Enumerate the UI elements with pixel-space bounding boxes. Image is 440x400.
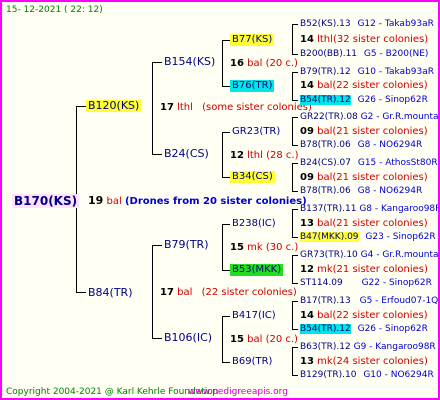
node-gen4[interactable]: B200(BB).11 G5 - B200(NE) xyxy=(300,48,428,60)
node-gen4[interactable]: B47(MKK).09 G23 - Sinop62R xyxy=(300,231,436,243)
node-gen2[interactable]: B154(KS) xyxy=(162,56,217,68)
connector xyxy=(292,301,293,329)
connector xyxy=(222,132,223,177)
node-gen2-stats: 12 lthl (28 c.) xyxy=(230,150,299,161)
node-gen3[interactable]: B34(CS) xyxy=(230,171,275,183)
connector xyxy=(292,117,298,118)
node-gen1[interactable]: B84(TR) xyxy=(86,287,135,299)
connector xyxy=(222,316,223,362)
connector xyxy=(292,347,298,348)
connector xyxy=(292,283,298,284)
connector xyxy=(292,72,298,73)
node-gen4[interactable]: B78(TR).06 G8 - NO6294R xyxy=(300,185,422,197)
connector xyxy=(292,163,298,164)
connector xyxy=(76,106,86,107)
connector xyxy=(292,347,293,375)
connector xyxy=(222,224,223,270)
node-gen3-stats: 14 bal(22 sister colonies) xyxy=(300,80,428,91)
connector xyxy=(152,245,162,246)
node-gen3[interactable]: B77(KS) xyxy=(230,34,275,46)
node-gen4[interactable]: B129(TR).10 G10 - NO6294R xyxy=(300,369,434,381)
node-gen1-stats: 17 lthl (some sister colonies) xyxy=(160,102,312,113)
connector xyxy=(152,338,162,339)
root-stats: 19 bal (Drones from 20 sister colonies) xyxy=(88,194,307,208)
node-gen3[interactable]: B417(IC) xyxy=(230,310,278,322)
node-gen4[interactable]: B24(CS).07 G15 - AthosSt80R xyxy=(300,157,438,169)
site-link[interactable]: www.pedigreeapis.org xyxy=(188,386,288,398)
node-gen3[interactable]: B53(MKK) xyxy=(230,264,284,276)
connector xyxy=(292,145,298,146)
connector xyxy=(222,132,230,133)
node-gen3-stats: 14 bal(22 sister colonies) xyxy=(300,310,428,321)
connector xyxy=(292,24,298,25)
connector xyxy=(292,255,293,283)
connector xyxy=(222,40,230,41)
copyright: Copyright 2004-2021 @ Karl Kehrle Founda… xyxy=(6,387,219,397)
node-gen3[interactable]: GR23(TR) xyxy=(230,126,282,138)
connector xyxy=(152,154,162,155)
connector xyxy=(292,301,298,302)
connector xyxy=(222,362,230,363)
pedigree-chart: 15- 12-2021 ( 22: 12) Copyright 2004-202… xyxy=(0,0,440,400)
connector xyxy=(292,209,293,237)
connector xyxy=(292,237,298,238)
connector xyxy=(222,177,230,178)
node-gen3-stats: 09 bal(21 sister colonies) xyxy=(300,172,428,183)
connector xyxy=(292,255,298,256)
node-gen3[interactable]: B69(TR) xyxy=(230,356,274,368)
connector xyxy=(292,209,298,210)
node-gen1-stats: 17 bal (22 sister colonies) xyxy=(160,287,297,298)
connector xyxy=(292,191,298,192)
connector xyxy=(152,62,162,63)
connector xyxy=(292,54,298,55)
node-gen2-stats: 15 bal (20 c.) xyxy=(230,334,298,345)
node-gen4[interactable]: B54(TR).12 G26 - Sinop62R xyxy=(300,323,428,335)
connector xyxy=(292,375,298,376)
node-gen4[interactable]: B78(TR).06 G8 - NO6294R xyxy=(300,139,422,151)
connector xyxy=(152,245,153,338)
node-gen3-stats: 12 mk(21 sister colonies) xyxy=(300,264,428,275)
connector xyxy=(152,62,153,154)
connector xyxy=(292,24,293,54)
connector xyxy=(76,292,86,293)
node-gen1[interactable]: B120(KS) xyxy=(86,100,142,112)
connector xyxy=(292,329,298,330)
node-gen2[interactable]: B106(IC) xyxy=(162,332,214,344)
node-gen3-stats: 13 bal(21 sister colonies) xyxy=(300,218,428,229)
node-gen4[interactable]: B17(TR).13 G5 - Erfoud07-1Q xyxy=(300,295,438,307)
node-gen3-stats: 14 lthl(32 sister colonies) xyxy=(300,34,429,45)
date-stamp: 15- 12-2021 ( 22: 12) xyxy=(6,5,103,15)
node-gen2-stats: 16 bal (20 c.) xyxy=(230,58,298,69)
connector xyxy=(222,40,223,86)
node-gen3[interactable]: B238(IC) xyxy=(230,218,278,230)
connector xyxy=(222,86,230,87)
node-gen3-stats: 09 bal(21 sister colonies) xyxy=(300,126,428,137)
node-gen4[interactable]: ST114.09 G22 - Sinop62R xyxy=(300,277,432,289)
node-gen4[interactable]: B79(TR).12 G10 - Takab93aR xyxy=(300,66,434,78)
connector xyxy=(222,270,230,271)
node-gen2[interactable]: B24(CS) xyxy=(162,148,211,160)
connector xyxy=(292,72,293,100)
connector xyxy=(222,316,230,317)
node-gen4[interactable]: B137(TR).11 G8 - Kangaroo98R xyxy=(300,203,438,215)
node-gen4[interactable]: B52(KS).13 G12 - Takab93aR xyxy=(300,18,434,30)
root-node[interactable]: B170(KS) xyxy=(12,194,80,208)
node-gen3-stats: 13 mk(24 sister colonies) xyxy=(300,356,428,367)
connector xyxy=(292,100,298,101)
connector xyxy=(292,117,293,145)
node-gen2-stats: 15 mk (30 c.) xyxy=(230,242,299,253)
connector xyxy=(222,224,230,225)
node-gen2[interactable]: B79(TR) xyxy=(162,239,211,251)
node-gen4[interactable]: B54(TR).12 G26 - Sinop62R xyxy=(300,94,428,106)
node-gen4[interactable]: B63(TR).12 G9 - Kangaroo98R xyxy=(300,341,436,353)
node-gen4[interactable]: GR73(TR).10 G4 - Gr.R.mounta xyxy=(300,249,438,261)
node-gen4[interactable]: GR22(TR).08 G2 - Gr.R.mounta xyxy=(300,111,438,123)
connector xyxy=(292,163,293,191)
node-gen3[interactable]: B76(TR) xyxy=(230,80,275,92)
